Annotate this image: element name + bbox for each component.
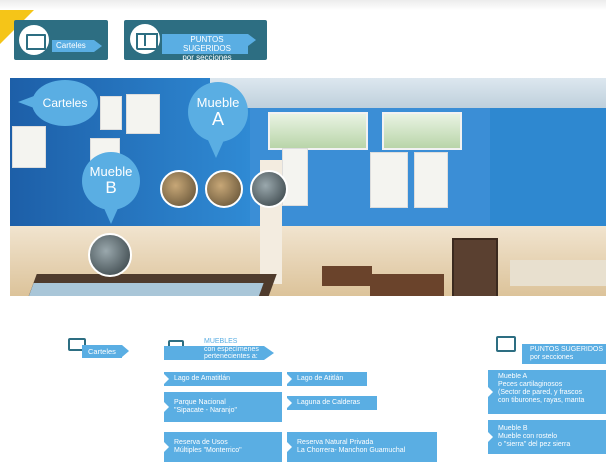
mueble-b-hotspot[interactable]: Mueble B [82, 152, 140, 210]
wall-poster [414, 152, 448, 208]
wall-poster [12, 126, 46, 168]
arrow-icon [287, 398, 292, 408]
location-laguna-calderas[interactable]: Laguna de Calderas [287, 396, 377, 410]
muebles-header: MUEBLES con especímenes pertenecientes a… [164, 334, 284, 364]
location-label: Reserva Natural Privada La Chorrera- Man… [297, 439, 406, 454]
point-mueble-a[interactable]: Mueble A Peces cartilaginosos (Sector de… [488, 370, 606, 414]
window [268, 112, 368, 150]
carteles-hotspot[interactable]: Carteles [32, 80, 98, 126]
wall-poster [100, 96, 122, 130]
arrow-icon [488, 432, 493, 442]
mueble-a-hotspot[interactable]: Mueble A [188, 82, 248, 142]
mueble-a-label2: A [211, 109, 224, 129]
puntos-sugeridos-header-label: PUNTOS SUGERIDOS por secciones [162, 34, 256, 62]
arrow-icon [164, 402, 169, 412]
arrow-icon [488, 387, 493, 397]
point-mueble-b[interactable]: Mueble B Mueble con rostelo o "sierra" d… [488, 420, 606, 454]
location-label: Reserva de Usos Múltiples "Monterrico" [174, 439, 242, 454]
location-label: Lago de Atitlán [297, 375, 344, 382]
location-label: Parque Nacional "Sipacate - Naranjo" [174, 399, 237, 414]
location-label: Laguna de Calderas [297, 399, 361, 406]
display-table [370, 274, 444, 296]
specimen-thumbnail[interactable] [250, 170, 288, 208]
mueble-b-label2: B [105, 178, 117, 197]
window [382, 112, 462, 150]
arrow-icon [287, 442, 292, 452]
carteles-header-button[interactable]: Carteles [14, 20, 108, 60]
puntos-bottom-line1: PUNTOS SUGERIDOS [530, 346, 603, 353]
top-band [0, 0, 606, 10]
poster-icon [19, 25, 49, 55]
point-label: Mueble A Peces cartilaginosos (Sector de… [498, 373, 585, 404]
location-label: Lago de Amatitlán [174, 375, 231, 382]
muebles-sub1: con especímenes [204, 346, 259, 353]
puntos-sugeridos-header-button[interactable]: PUNTOS SUGERIDOS por secciones [124, 20, 267, 62]
location-sipacate-naranjo[interactable]: Parque Nacional "Sipacate - Naranjo" [164, 392, 282, 422]
display-table [510, 260, 606, 286]
arrow-icon [164, 442, 169, 452]
specimen-thumbnail[interactable] [88, 233, 132, 277]
puntos-sugeridos-bottom[interactable]: PUNTOS SUGERIDOS por secciones [488, 334, 606, 364]
specimen-thumbnail[interactable] [205, 170, 243, 208]
location-lago-atitlan[interactable]: Lago de Atitlán [287, 372, 367, 386]
wall-poster [126, 94, 160, 134]
carteles-bottom-label: Carteles [82, 345, 129, 358]
carteles-hotspot-label: Carteles [42, 96, 88, 110]
wall-poster [370, 152, 408, 208]
muebles-title: MUEBLES [204, 338, 238, 345]
puntos-bottom-line2: por secciones [530, 354, 574, 361]
muebles-sub2: pertenecientes a: [204, 353, 258, 360]
point-label: Mueble B Mueble con rostelo o "sierra" d… [498, 425, 571, 448]
specimen-thumbnail[interactable] [160, 170, 198, 208]
book-map-icon [130, 24, 160, 54]
carteles-header-label: Carteles [52, 40, 102, 52]
location-lago-amatitlan[interactable]: Lago de Amatitlán [164, 372, 282, 386]
location-monterrico[interactable]: Reserva de Usos Múltiples "Monterrico" [164, 432, 282, 462]
display-table [322, 266, 372, 286]
arrow-icon [287, 374, 292, 384]
puntos-line2: por secciones [182, 53, 232, 62]
puntos-line1: PUNTOS SUGERIDOS [182, 35, 231, 53]
arrow-icon [164, 374, 169, 384]
book-map-icon [496, 336, 516, 352]
location-la-chorrera[interactable]: Reserva Natural Privada La Chorrera- Man… [287, 432, 437, 462]
carteles-bottom-button[interactable]: Carteles [68, 338, 130, 358]
display-cabinet [452, 238, 498, 296]
